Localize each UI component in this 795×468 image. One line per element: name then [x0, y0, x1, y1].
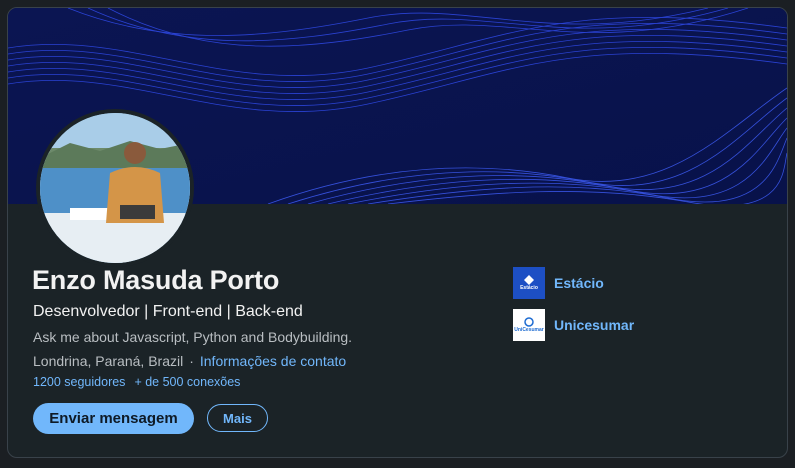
stats-row: 1200 seguidores + de 500 conexões	[33, 375, 240, 389]
education-item-unicesumar[interactable]: UniCesumar Unicesumar	[513, 309, 634, 341]
more-button[interactable]: Mais	[207, 404, 268, 432]
profile-avatar[interactable]	[36, 109, 194, 267]
profile-about: Ask me about Javascript, Python and Body…	[33, 329, 353, 345]
profile-headline: Desenvolvedor | Front-end | Back-end	[33, 303, 303, 320]
avatar-photo	[40, 113, 190, 263]
separator-dot: ·	[189, 353, 194, 369]
profile-card: Enzo Masuda Porto Desenvolvedor | Front-…	[7, 7, 788, 458]
location-row: Londrina, Paraná, Brazil · Informações de …	[33, 353, 346, 369]
profile-location: Londrina, Paraná, Brazil	[33, 353, 184, 369]
estacio-logo-icon: Estácio	[513, 267, 545, 299]
followers-link[interactable]: 1200 seguidores	[33, 375, 125, 389]
profile-name: Enzo Masuda Porto	[32, 265, 280, 295]
education-name: Unicesumar	[554, 317, 635, 333]
education-item-estacio[interactable]: Estácio Estácio	[513, 267, 604, 299]
education-name: Estácio	[554, 275, 604, 291]
connections-link[interactable]: + de 500 conexões	[134, 375, 240, 389]
contact-info-link[interactable]: Informações de contato	[200, 353, 346, 369]
send-message-button[interactable]: Enviar mensagem	[33, 403, 194, 434]
unicesumar-logo-icon: UniCesumar	[513, 309, 545, 341]
